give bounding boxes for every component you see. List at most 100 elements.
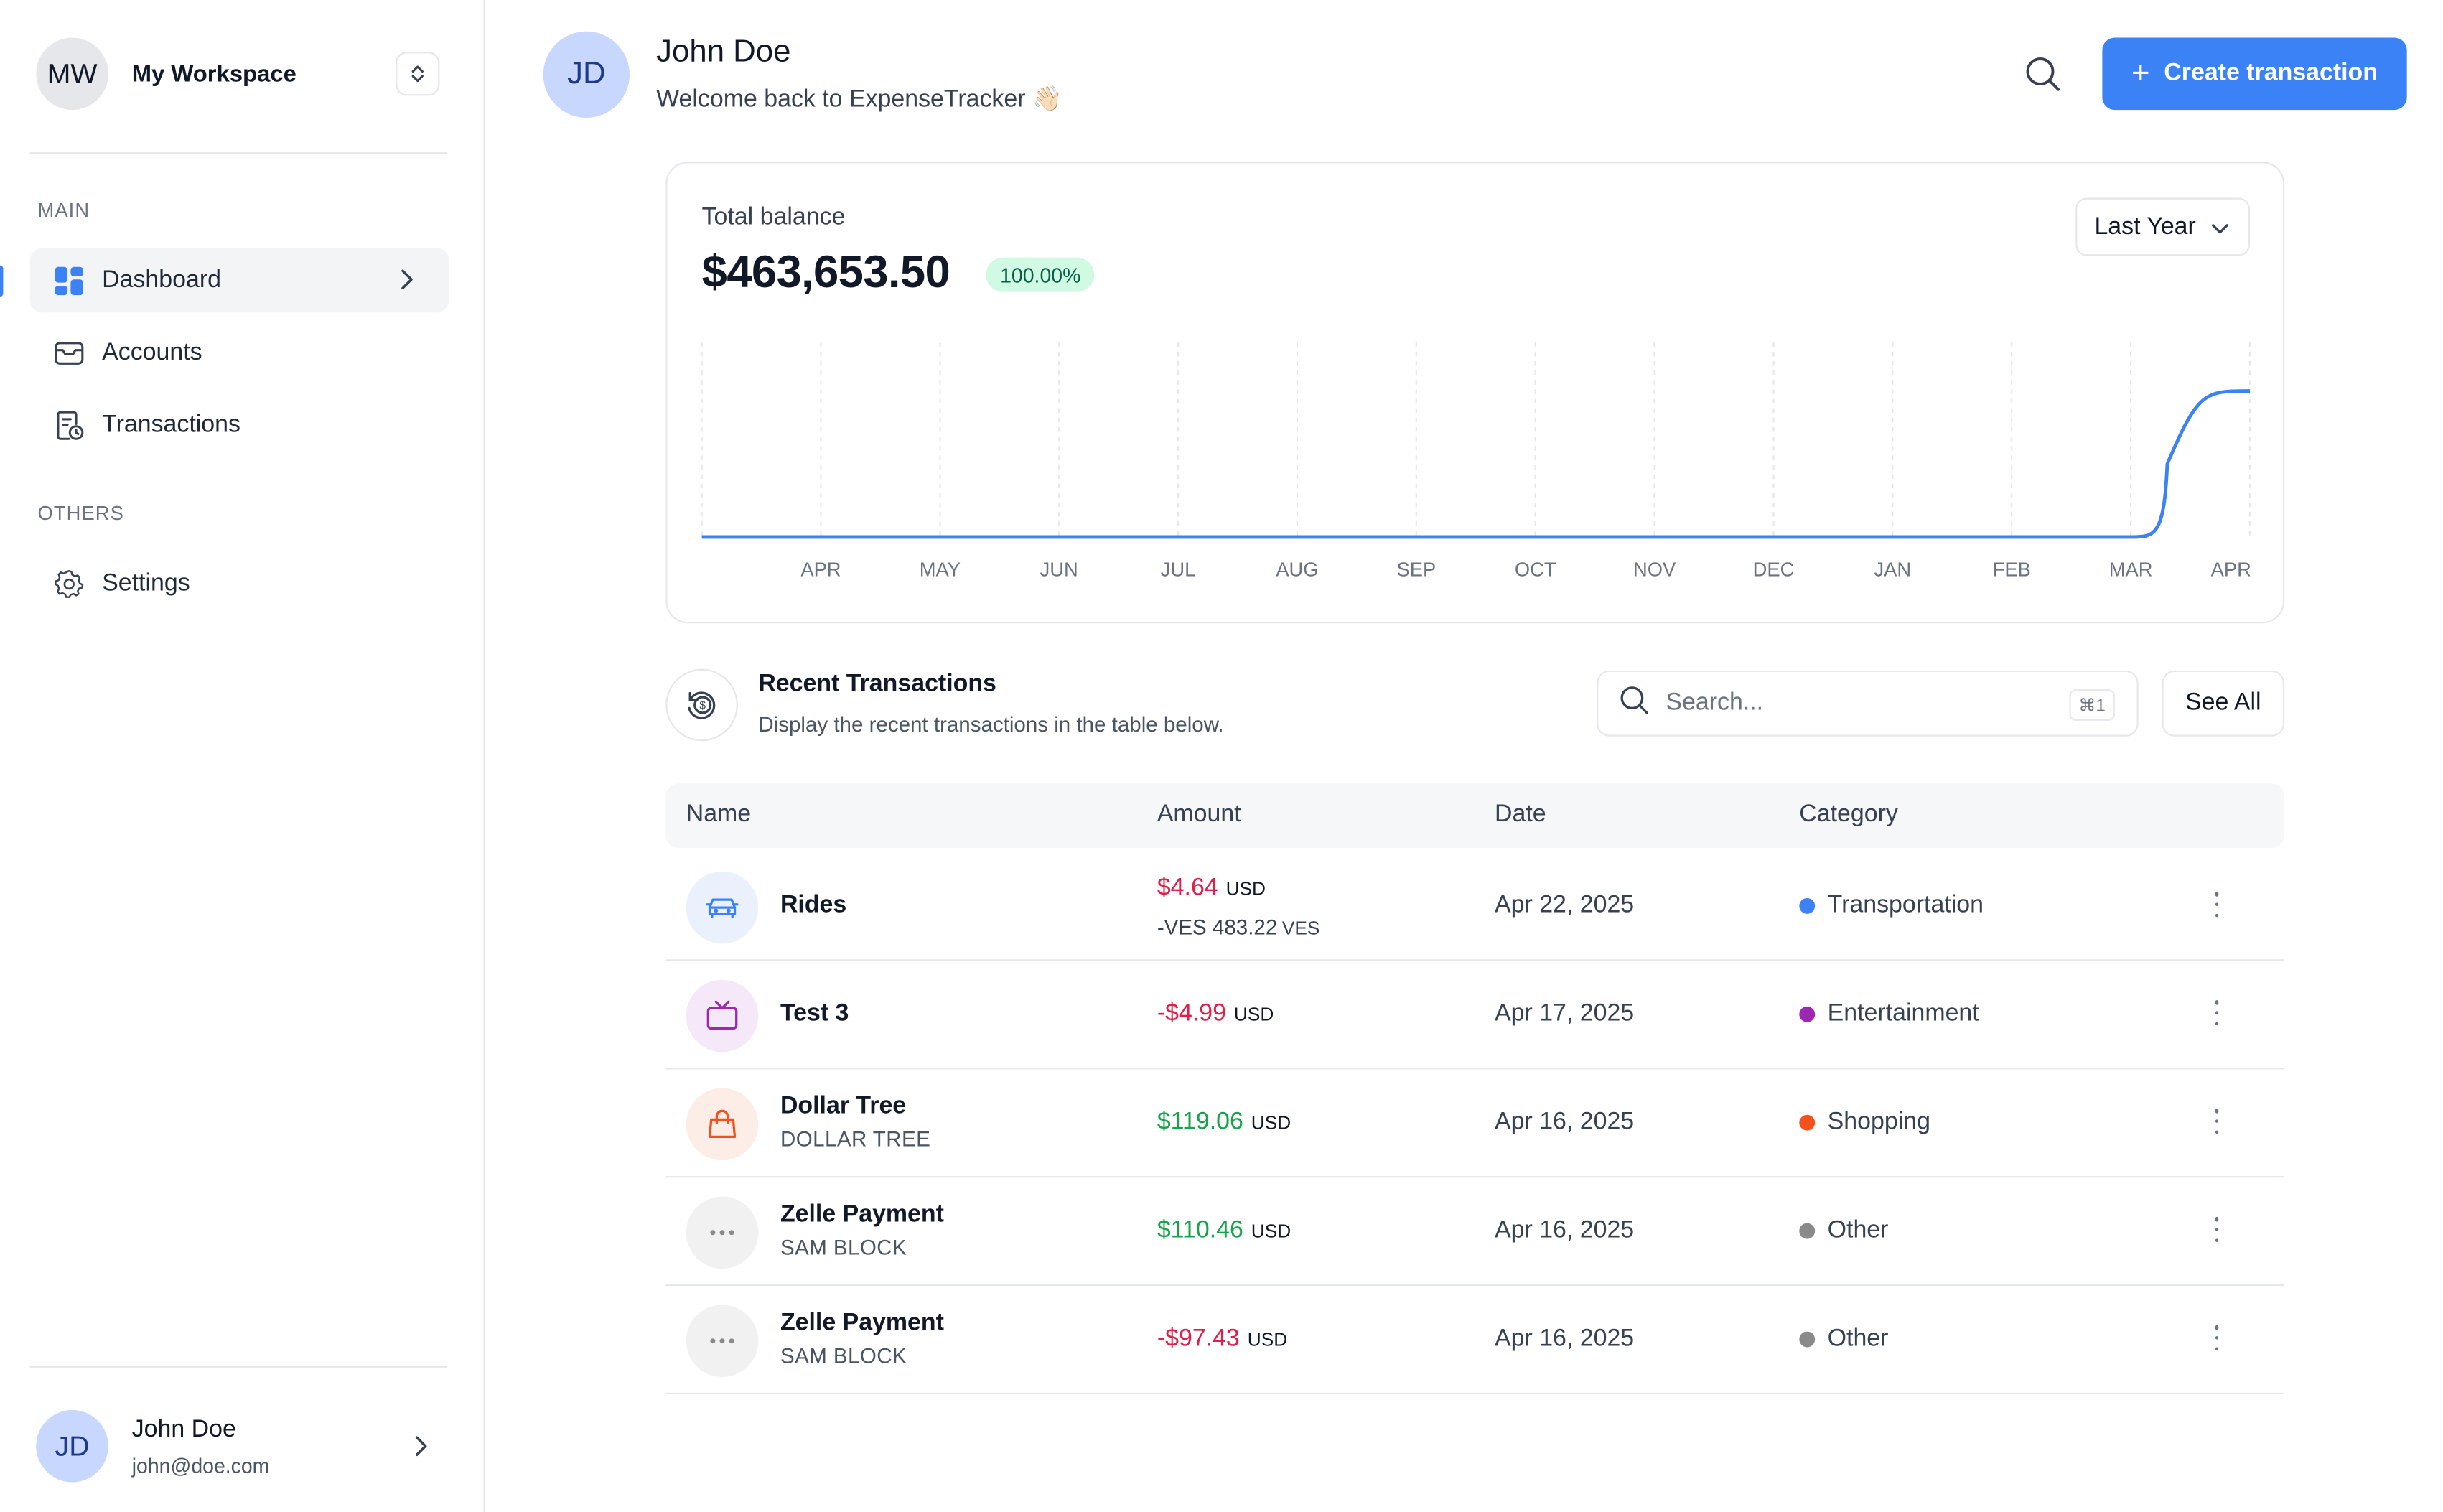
x-tick-label: FEB	[1993, 559, 2031, 581]
transaction-merchant: SAM BLOCK	[780, 1344, 907, 1368]
sidebar-item-label: Settings	[102, 569, 190, 596]
transaction-amount: $119.06 USD	[1157, 1109, 1291, 1137]
row-actions-icon[interactable]	[2205, 1214, 2230, 1246]
balance-card: Total balance $463,653.50 100.00% Last Y…	[665, 162, 2285, 624]
keyboard-shortcut-badge: ⌘1	[2069, 689, 2115, 721]
section-label-others: OTHERS	[37, 502, 124, 525]
workspace-switcher[interactable]: MW My Workspace	[36, 37, 447, 111]
sidebar-item-settings[interactable]: Settings	[30, 551, 449, 616]
transaction-amount: $110.46 USD	[1157, 1217, 1291, 1245]
transaction-merchant: SAM BLOCK	[780, 1236, 907, 1259]
transaction-category: Entertainment	[1799, 1000, 1979, 1028]
workspace-name: My Workspace	[131, 60, 296, 88]
x-tick-label: APR	[800, 559, 841, 581]
table-row[interactable]: Rides $4.64 USD -VES 483.22 VES Apr 22, 20…	[665, 853, 2285, 961]
shopping-bag-icon	[686, 1088, 759, 1161]
amount-currency: USD	[1247, 1328, 1288, 1350]
category-dot	[1799, 897, 1816, 914]
transaction-merchant: DOLLAR TREE	[780, 1127, 931, 1152]
x-tick-label: JAN	[1874, 559, 1912, 581]
transaction-name: Test 3	[780, 1000, 849, 1027]
create-transaction-button[interactable]: + Create transaction	[2102, 37, 2407, 111]
row-actions-icon[interactable]	[2205, 997, 2230, 1029]
table-row[interactable]: Test 3 -$4.99 USD Apr 17, 2025 Entertainm…	[665, 961, 2285, 1070]
category-dot	[1799, 1331, 1816, 1348]
sidebar-item-accounts[interactable]: Accounts	[30, 320, 449, 385]
amount-secondary-value: -VES 483.22	[1157, 915, 1278, 939]
see-all-button[interactable]: See All	[2162, 670, 2285, 737]
amount-value: -$4.99	[1157, 1000, 1226, 1027]
recent-transactions-subtitle: Display the recent transactions in the t…	[758, 712, 1224, 737]
sidebar-divider	[29, 152, 448, 154]
user-email: john@doe.com	[131, 1453, 270, 1477]
x-tick-label: MAR	[2109, 559, 2153, 581]
x-tick-label: APR	[2211, 559, 2251, 581]
transaction-category: Other	[1799, 1325, 1888, 1353]
period-select-value: Last Year	[2094, 213, 2196, 240]
x-tick-label: OCT	[1515, 559, 1556, 581]
search-input[interactable]	[1666, 689, 2059, 718]
transaction-date: Apr 22, 2025	[1495, 892, 1635, 919]
transaction-category: Other	[1799, 1217, 1888, 1245]
balance-label: Total balance	[701, 204, 846, 231]
category-dot	[1799, 1114, 1816, 1131]
amount-currency: USD	[1225, 877, 1266, 900]
table-row[interactable]: Zelle Payment SAM BLOCK $110.46 USD Apr 1…	[665, 1177, 2285, 1287]
category-label: Shopping	[1827, 1109, 1930, 1136]
car-icon	[686, 871, 759, 944]
column-header-date: Date	[1495, 801, 1546, 828]
sidebar-divider	[29, 1366, 448, 1368]
transaction-amount: -$4.99 USD	[1157, 1000, 1274, 1028]
transaction-name: Zelle Payment	[780, 1201, 944, 1228]
column-header-category: Category	[1799, 801, 1898, 828]
balance-amount: $463,653.50	[701, 248, 950, 299]
amount-secondary-currency: VES	[1281, 917, 1320, 939]
user-menu[interactable]: JD John Doe john@doe.com	[36, 1409, 447, 1483]
category-label: Transportation	[1827, 892, 1984, 919]
transaction-name: Rides	[780, 892, 847, 919]
category-label: Other	[1827, 1216, 1889, 1244]
transaction-date: Apr 17, 2025	[1495, 1000, 1635, 1027]
sidebar-item-label: Transactions	[102, 410, 240, 438]
column-header-name: Name	[686, 801, 752, 828]
amount-currency: USD	[1251, 1220, 1291, 1242]
inbox-icon	[53, 337, 85, 368]
chevron-down-icon	[2209, 218, 2231, 248]
tv-icon	[686, 979, 759, 1053]
transaction-name: Dollar Tree	[780, 1093, 907, 1120]
user-avatar: JD	[36, 1409, 108, 1483]
plus-icon: +	[2131, 56, 2150, 91]
search-icon[interactable]	[2022, 53, 2063, 94]
row-actions-icon[interactable]	[2205, 1106, 2230, 1137]
chevron-right-icon	[393, 266, 421, 302]
transaction-amount: -$97.43 USD	[1157, 1325, 1287, 1353]
x-tick-label: MAY	[920, 559, 961, 581]
table-row[interactable]: Zelle Payment SAM BLOCK -$97.43 USD Apr 1…	[665, 1286, 2285, 1395]
sidebar-item-label: Dashboard	[102, 266, 221, 293]
chevron-right-icon	[406, 1432, 434, 1468]
amount-value: $110.46	[1157, 1216, 1243, 1244]
dashboard-icon	[53, 265, 85, 297]
row-actions-icon[interactable]	[2205, 1322, 2230, 1353]
balance-series-line	[701, 389, 2250, 539]
welcome-message: Welcome back to ExpenseTracker 👋🏻	[656, 86, 1063, 113]
chevron-up-down-icon[interactable]	[396, 52, 440, 96]
sidebar-item-transactions[interactable]: Transactions	[30, 393, 449, 457]
x-tick-label: JUL	[1161, 559, 1196, 581]
receipt-clock-icon	[53, 409, 85, 441]
period-select[interactable]: Last Year	[2075, 197, 2250, 256]
create-transaction-label: Create transaction	[2164, 60, 2378, 87]
transaction-amount-secondary: -VES 483.22 VES	[1157, 915, 1320, 939]
transaction-search[interactable]: ⌘1	[1597, 670, 2139, 737]
transaction-category: Shopping	[1799, 1109, 1930, 1137]
user-name: John Doe	[131, 1415, 236, 1442]
x-tick-label: SEP	[1396, 559, 1436, 581]
x-tick-label: DEC	[1753, 559, 1795, 581]
active-indicator	[0, 265, 4, 297]
gear-icon	[53, 568, 85, 599]
column-header-amount: Amount	[1157, 801, 1241, 828]
transaction-date: Apr 16, 2025	[1495, 1325, 1635, 1353]
sidebar-item-dashboard[interactable]: Dashboard	[29, 248, 449, 313]
table-row[interactable]: Dollar Tree DOLLAR TREE $119.06 USD Apr 1…	[665, 1069, 2285, 1178]
row-actions-icon[interactable]	[2205, 889, 2230, 920]
